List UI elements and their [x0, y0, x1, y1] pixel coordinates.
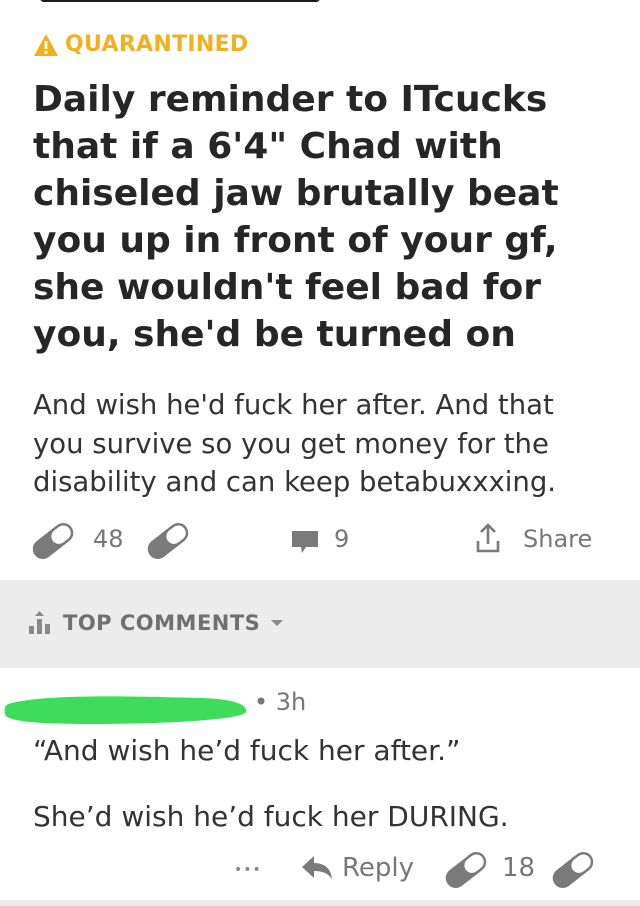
comment-quote: “And wish he’d fuck her after.” [33, 734, 461, 767]
comments-count[interactable]: 9 [334, 525, 349, 553]
comment-downvote-pill-icon[interactable] [548, 845, 598, 895]
comment-text: She’d wish he’d fuck her DURING. [33, 800, 509, 833]
warning-icon [34, 33, 58, 56]
comment-score: 18 [502, 853, 536, 883]
quarantine-badge: QUARANTINED [33, 32, 249, 57]
sort-label: TOP COMMENTS [63, 611, 261, 635]
comment-icon[interactable] [290, 529, 320, 555]
post-actions: 48 9 Share [0, 510, 640, 570]
redacted-username [4, 696, 247, 724]
post-body: And wish he'd fuck her after. And that y… [33, 389, 557, 498]
post-title[interactable]: Daily reminder to ITcucks that if a 6'4"… [33, 76, 618, 358]
share-icon[interactable] [475, 523, 501, 555]
reply-icon[interactable] [300, 854, 334, 882]
bottom-divider [0, 900, 640, 906]
post: QUARANTINED Daily reminder to ITcucks th… [0, 0, 640, 580]
comment-time: • 3h [254, 688, 307, 716]
quarantine-label: QUARANTINED [65, 32, 249, 57]
sort-selector[interactable]: TOP COMMENTS [27, 610, 284, 636]
chevron-down-icon [271, 620, 284, 626]
upvote-pill-icon[interactable] [28, 516, 78, 566]
downvote-pill-icon[interactable] [143, 516, 193, 566]
more-icon[interactable]: ••• [234, 862, 262, 878]
comment-upvote-pill-icon[interactable] [441, 845, 491, 895]
post-score: 48 [93, 525, 124, 553]
reply-button[interactable]: Reply [342, 853, 414, 883]
sort-icon [29, 611, 50, 634]
share-button[interactable]: Share [523, 525, 592, 553]
